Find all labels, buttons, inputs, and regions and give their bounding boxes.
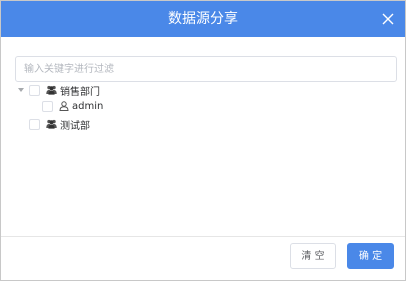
tree-node-label: admin	[72, 100, 104, 112]
confirm-button[interactable]: 确 定	[347, 243, 394, 269]
group-icon	[46, 119, 57, 129]
user-icon	[59, 101, 69, 111]
dialog-title: 数据源分享	[168, 11, 238, 27]
share-dialog: 数据源分享 销售部门 admin	[0, 0, 406, 281]
tree-checkbox[interactable]	[29, 84, 40, 96]
close-icon[interactable]	[381, 12, 395, 26]
tree-node-label: 测试部	[60, 120, 90, 132]
tree-node-sales-dept[interactable]: 销售部门	[18, 82, 100, 98]
tree-node-label: 销售部门	[60, 86, 100, 98]
tree-checkbox[interactable]	[29, 118, 40, 130]
tree-node-admin[interactable]: admin	[42, 98, 103, 114]
group-icon	[46, 85, 57, 95]
expand-caret-icon[interactable]	[18, 88, 24, 92]
dialog-header: 数据源分享	[1, 1, 405, 37]
tree-node-test-dept[interactable]: 测试部	[18, 116, 90, 132]
footer-divider	[1, 236, 405, 237]
filter-search-input[interactable]	[15, 56, 397, 82]
clear-button[interactable]: 清 空	[290, 243, 336, 269]
tree-checkbox[interactable]	[42, 100, 53, 112]
